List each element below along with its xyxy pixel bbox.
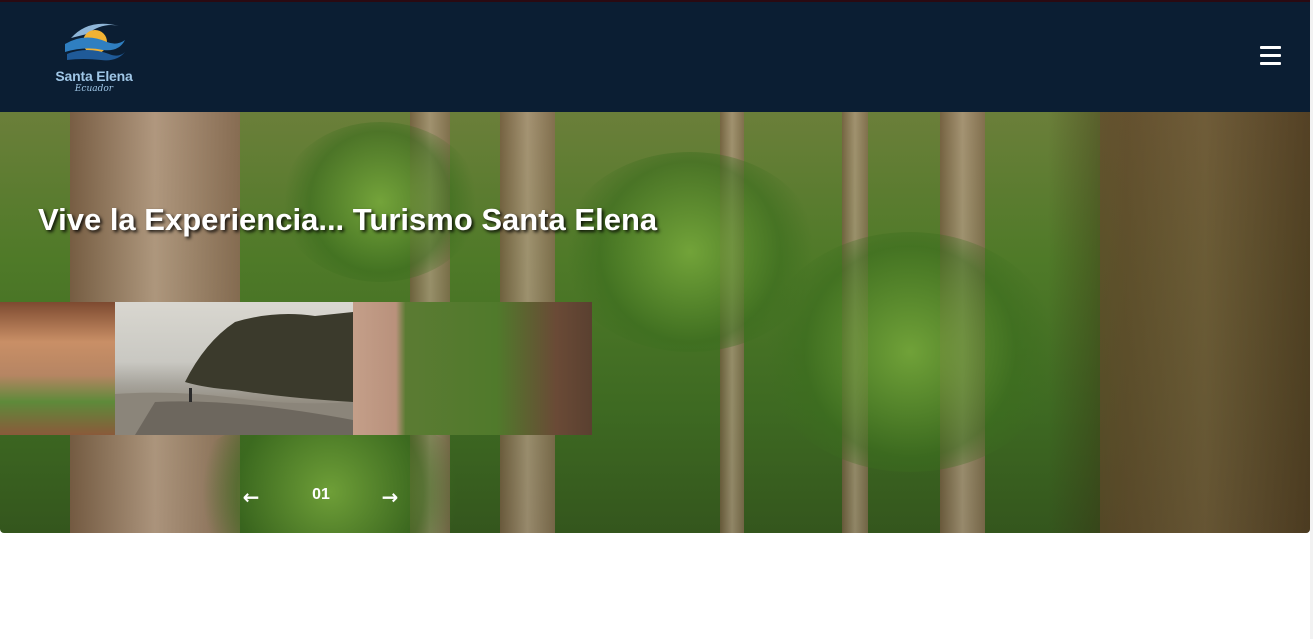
- slide-thumbnail-3[interactable]: [353, 302, 592, 435]
- slide-thumbnail-1[interactable]: [0, 302, 115, 435]
- slide-thumbnail-2[interactable]: [115, 302, 353, 435]
- logo-subtitle: Ecuador: [74, 84, 114, 94]
- hamburger-menu-icon[interactable]: [1254, 40, 1288, 74]
- slide-counter: 01: [312, 486, 330, 503]
- site-logo[interactable]: Santa Elena Ecuador: [48, 16, 140, 102]
- foliage-decor: [760, 232, 1060, 472]
- logo-name: Santa Elena: [55, 68, 133, 84]
- site-header: Santa Elena Ecuador: [0, 2, 1310, 112]
- beach-cliff-image: [115, 312, 353, 435]
- page-content-area: [0, 533, 1310, 639]
- hero-title: Vive la Experiencia... Turismo Santa Ele…: [38, 202, 658, 237]
- arrow-right-icon[interactable]: →: [373, 482, 407, 512]
- hero-slider: Vive la Experiencia... Turismo Santa Ele…: [0, 112, 1310, 533]
- wave-sun-logo-icon: [65, 23, 125, 61]
- slider-controls: ← 01 →: [230, 482, 410, 512]
- arrow-left-icon[interactable]: ←: [234, 482, 268, 512]
- slide-thumbnails: [0, 302, 592, 435]
- tree-trunk-decor: [1100, 112, 1310, 533]
